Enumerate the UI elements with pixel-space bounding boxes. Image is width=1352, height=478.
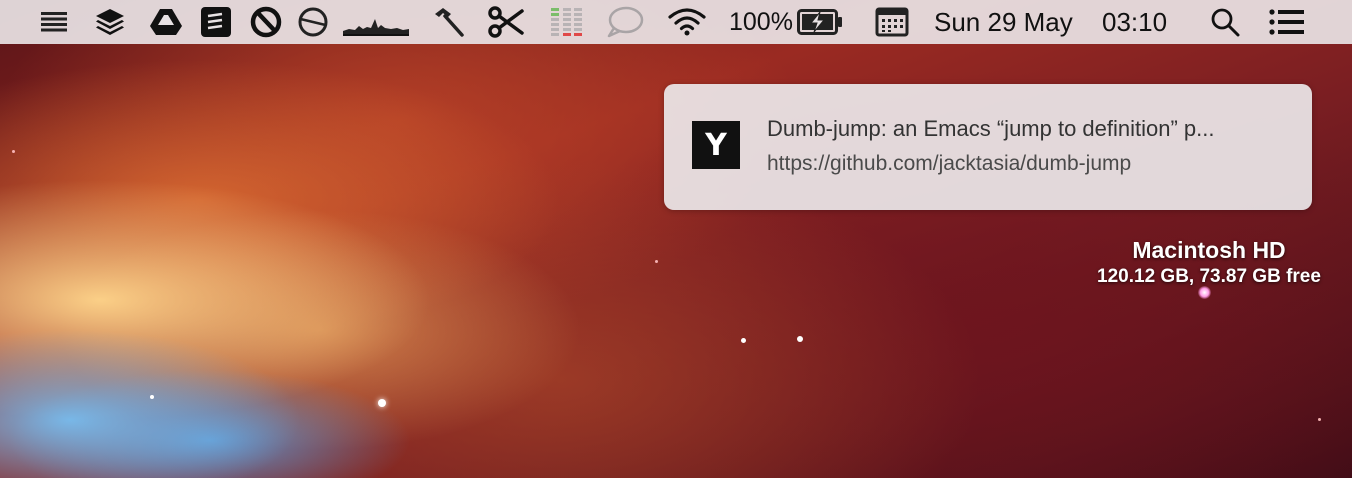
notification-title: Dumb-jump: an Emacs “jump to definition”…: [767, 116, 1215, 141]
no-entry-icon[interactable]: [250, 0, 282, 44]
notebook-icon[interactable]: [199, 0, 233, 44]
menubar-time[interactable]: 03:10: [1102, 0, 1167, 44]
google-drive-icon[interactable]: [148, 0, 184, 44]
star: [1318, 418, 1321, 421]
speech-bubble-icon[interactable]: [605, 0, 645, 44]
star: [150, 395, 154, 399]
star: [378, 399, 386, 407]
circle-slash-icon[interactable]: [297, 0, 329, 44]
star: [12, 150, 15, 153]
scissors-icon[interactable]: [487, 0, 525, 44]
notification-body: https://github.com/jacktasia/dumb-jump: [767, 152, 1132, 175]
layers-stack-icon[interactable]: [94, 0, 126, 44]
hamburger-list-icon[interactable]: [40, 0, 68, 44]
calendar-icon[interactable]: [874, 0, 910, 44]
menu-bar: 100% Sun 29 May 03:10: [0, 0, 1352, 44]
activity-graph-icon: [343, 0, 409, 44]
spotlight-search-icon[interactable]: [1209, 0, 1241, 44]
star: [797, 336, 803, 342]
battery-charging-icon[interactable]: [797, 0, 843, 44]
notification-center-icon[interactable]: [1268, 0, 1306, 44]
menubar-date[interactable]: Sun 29 May: [934, 0, 1073, 44]
disk-info: 120.12 GB, 73.87 GB free: [1097, 266, 1321, 287]
disk-name: Macintosh HD: [1132, 237, 1286, 263]
star: [741, 338, 746, 343]
notification-banner[interactable]: Y Dumb-jump: an Emacs “jump to definitio…: [664, 84, 1312, 210]
battery-percentage[interactable]: 100%: [729, 0, 793, 44]
network-bars-icon: [548, 0, 584, 44]
app-icon: Y: [692, 121, 740, 169]
star: [655, 260, 658, 263]
wifi-icon[interactable]: [666, 0, 708, 44]
desktop-disk-item[interactable]: Macintosh HD 120.12 GB, 73.87 GB free: [1060, 236, 1352, 290]
desktop-wallpaper: 100% Sun 29 May 03:10 Y Dumb-jump: an Em…: [0, 0, 1352, 478]
hammer-icon[interactable]: [430, 0, 466, 44]
